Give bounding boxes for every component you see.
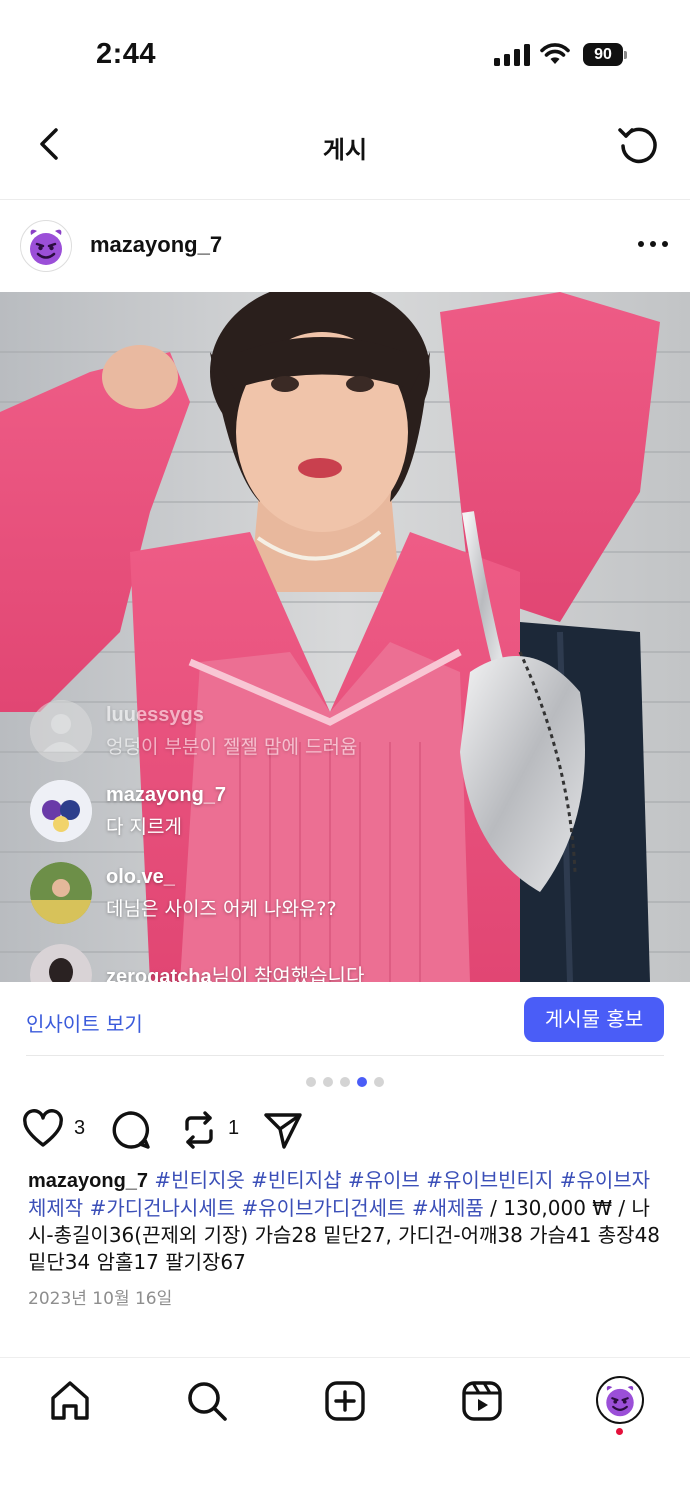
comment-avatar	[30, 862, 92, 924]
share-icon[interactable]	[262, 1109, 304, 1151]
comment-username: luuessygs	[106, 704, 204, 726]
joined-text: 님이 참여했습니다	[211, 966, 365, 982]
avatar[interactable]	[20, 220, 72, 272]
smiling-devil-icon	[30, 229, 62, 265]
heart-icon[interactable]	[22, 1109, 64, 1151]
bottom-tab-bar	[0, 1357, 690, 1500]
live-comment: luuessygs 엉덩이 부분이 젤젤 맘에 드러윰	[30, 700, 490, 766]
battery-level: 90	[583, 43, 623, 66]
post-photo[interactable]: luuessygs 엉덩이 부분이 젤젤 맘에 드러윰 mazayong_7 다…	[0, 292, 690, 982]
carousel-dot	[374, 1077, 384, 1087]
comment-text: 다 지르게	[106, 816, 182, 838]
comment-username: olo.ve_	[106, 866, 175, 888]
joined-username: zerogatcha	[106, 966, 212, 982]
status-time: 2:44	[96, 38, 157, 70]
live-comment: zerogatcha님이 참여했습니다	[30, 944, 490, 982]
more-horizontal-icon[interactable]	[636, 234, 670, 254]
top-nav: 게시	[0, 110, 690, 200]
smiling-devil-icon	[606, 1386, 634, 1417]
comment-avatar	[30, 944, 92, 982]
profile-tab[interactable]	[596, 1376, 644, 1424]
carousel-dot	[340, 1077, 350, 1087]
search-icon[interactable]	[184, 1378, 230, 1424]
hashtag[interactable]: #가디건나시세트	[90, 1196, 236, 1220]
home-icon[interactable]	[47, 1378, 93, 1424]
like-count[interactable]: 3	[74, 1117, 85, 1140]
carousel-dot	[306, 1077, 316, 1087]
hashtag[interactable]: #빈티지옷	[154, 1168, 244, 1192]
live-comments-overlay: luuessygs 엉덩이 부분이 젤젤 맘에 드러윰 mazayong_7 다…	[0, 292, 690, 982]
caption-username[interactable]: mazayong_7	[28, 1170, 148, 1192]
hashtag[interactable]: #유이브가디건세트	[241, 1196, 405, 1220]
comment-icon[interactable]	[110, 1109, 152, 1151]
cellular-signal-icon	[494, 44, 530, 66]
create-icon[interactable]	[322, 1378, 368, 1424]
hashtag[interactable]: #빈티지샵	[251, 1168, 341, 1192]
post-actions: 3 1	[0, 1105, 690, 1155]
refresh-icon[interactable]	[616, 122, 660, 166]
carousel-dot	[323, 1077, 333, 1087]
cartoon-avatar-icon	[30, 780, 92, 842]
battery-tip	[624, 51, 627, 59]
repost-icon[interactable]	[178, 1109, 220, 1151]
post-username[interactable]: mazayong_7	[90, 232, 222, 258]
hashtag[interactable]: #유이브	[348, 1168, 420, 1192]
comment-text: 데님은 사이즈 어케 나와유??	[106, 898, 337, 920]
comment-text: 엉덩이 부분이 젤젤 맘에 드러윰	[106, 736, 358, 758]
live-comment: olo.ve_ 데님은 사이즈 어케 나와유??	[30, 862, 490, 928]
post-date: 2023년 10월 16일	[28, 1289, 173, 1309]
reels-icon[interactable]	[459, 1378, 505, 1424]
photo-avatar-icon	[30, 944, 92, 982]
carousel-dots	[306, 1077, 384, 1087]
carousel-dot-active	[357, 1077, 367, 1087]
post-header: mazayong_7	[0, 200, 690, 292]
promote-post-button[interactable]: 게시물 홍보	[524, 997, 664, 1042]
battery-indicator: 90	[583, 43, 627, 66]
hashtag[interactable]: #유이브빈티지	[426, 1168, 553, 1192]
repost-count[interactable]: 1	[228, 1117, 239, 1140]
live-comment: mazayong_7 다 지르게	[30, 780, 490, 846]
default-avatar-icon	[30, 700, 92, 762]
wifi-icon	[540, 43, 570, 64]
comment-avatar	[30, 780, 92, 842]
photo-avatar-icon	[30, 862, 92, 924]
page-title: 게시	[322, 136, 368, 164]
comment-username: mazayong_7	[106, 784, 227, 806]
view-insights-link[interactable]: 인사이트 보기	[26, 1008, 143, 1037]
hashtag[interactable]: #새제품	[412, 1196, 484, 1220]
comment-avatar-placeholder	[30, 700, 92, 762]
comment-join-notice: zerogatcha님이 참여했습니다	[106, 960, 364, 982]
divider	[26, 1055, 664, 1056]
status-bar: 2:44 90	[0, 0, 690, 110]
notification-dot	[616, 1428, 623, 1435]
insight-bar: 인사이트 보기 게시물 홍보	[0, 982, 690, 1058]
post-caption: mazayong_7 #빈티지옷 #빈티지샵 #유이브 #유이브빈티지 #유이브…	[28, 1167, 668, 1276]
